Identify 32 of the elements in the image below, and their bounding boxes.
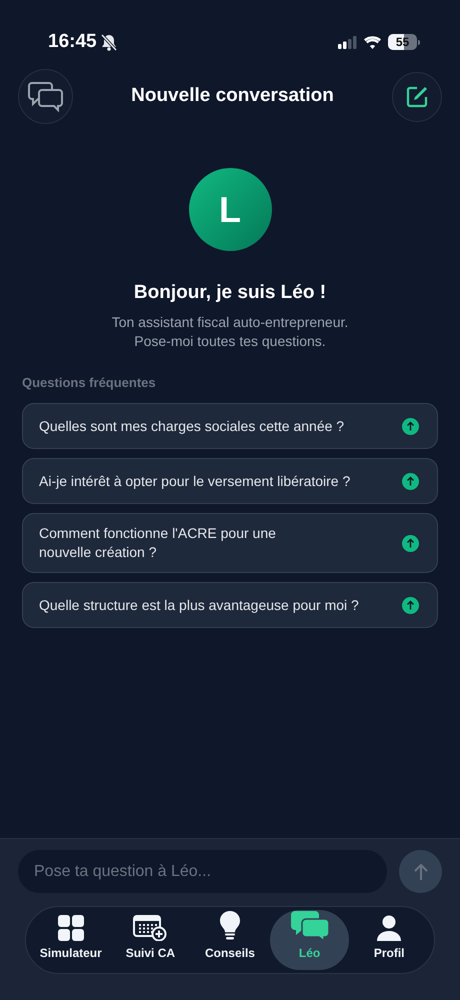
arrow-up-icon (402, 418, 419, 434)
nav-tab[interactable]: Simulateur (31, 910, 111, 970)
arrow-up-icon (402, 472, 419, 490)
header-title: Nouvelle conversation (131, 84, 334, 108)
person-icon (376, 915, 402, 941)
greeting-subtitle: Ton assistant fiscal auto-entrepreneur. Pose-moi toutes tes questions. (112, 312, 348, 350)
arrow-up-icon (402, 534, 419, 552)
chat-bubbles-icon (290, 911, 329, 941)
assistant-avatar: L (188, 168, 272, 251)
grid-icon (58, 915, 84, 941)
calendar-add-icon (133, 915, 168, 941)
status-time: 16:45 (48, 30, 97, 54)
lightbulb-icon (220, 911, 240, 941)
nav-tab[interactable]: Suivi CA (110, 910, 190, 970)
question-chip[interactable]: Quelle structure est la plus avantageuse pour moi ? (22, 582, 438, 628)
nav-tab[interactable]: Conseils (190, 910, 270, 970)
question-chip[interactable]: Ai-je intérêt à opter pour le versement libératoire ? (22, 458, 438, 504)
bell-muted-icon (100, 34, 117, 50)
question-chip[interactable]: Quelles sont mes charges sociales cette année ? (22, 403, 438, 449)
arrow-up-icon (412, 862, 428, 880)
arrow-up-icon (402, 596, 419, 614)
send-button[interactable] (399, 850, 442, 893)
greeting-title: Bonjour, je suis Léo ! (134, 281, 326, 305)
chat-bubbles-icon (28, 82, 64, 112)
nav-tab[interactable]: Profil (349, 910, 429, 970)
edit-icon (404, 84, 429, 108)
wifi-icon (364, 36, 381, 48)
question-chip[interactable]: Comment fonctionne l'ACRE pour une nouvelle création ? (22, 513, 438, 573)
section-heading: Questions fréquentes (22, 374, 157, 392)
question-input[interactable]: Pose ta question à Léo... (18, 850, 387, 893)
signal-icon (338, 36, 357, 48)
nav-tab[interactable]: Léo (270, 910, 350, 970)
